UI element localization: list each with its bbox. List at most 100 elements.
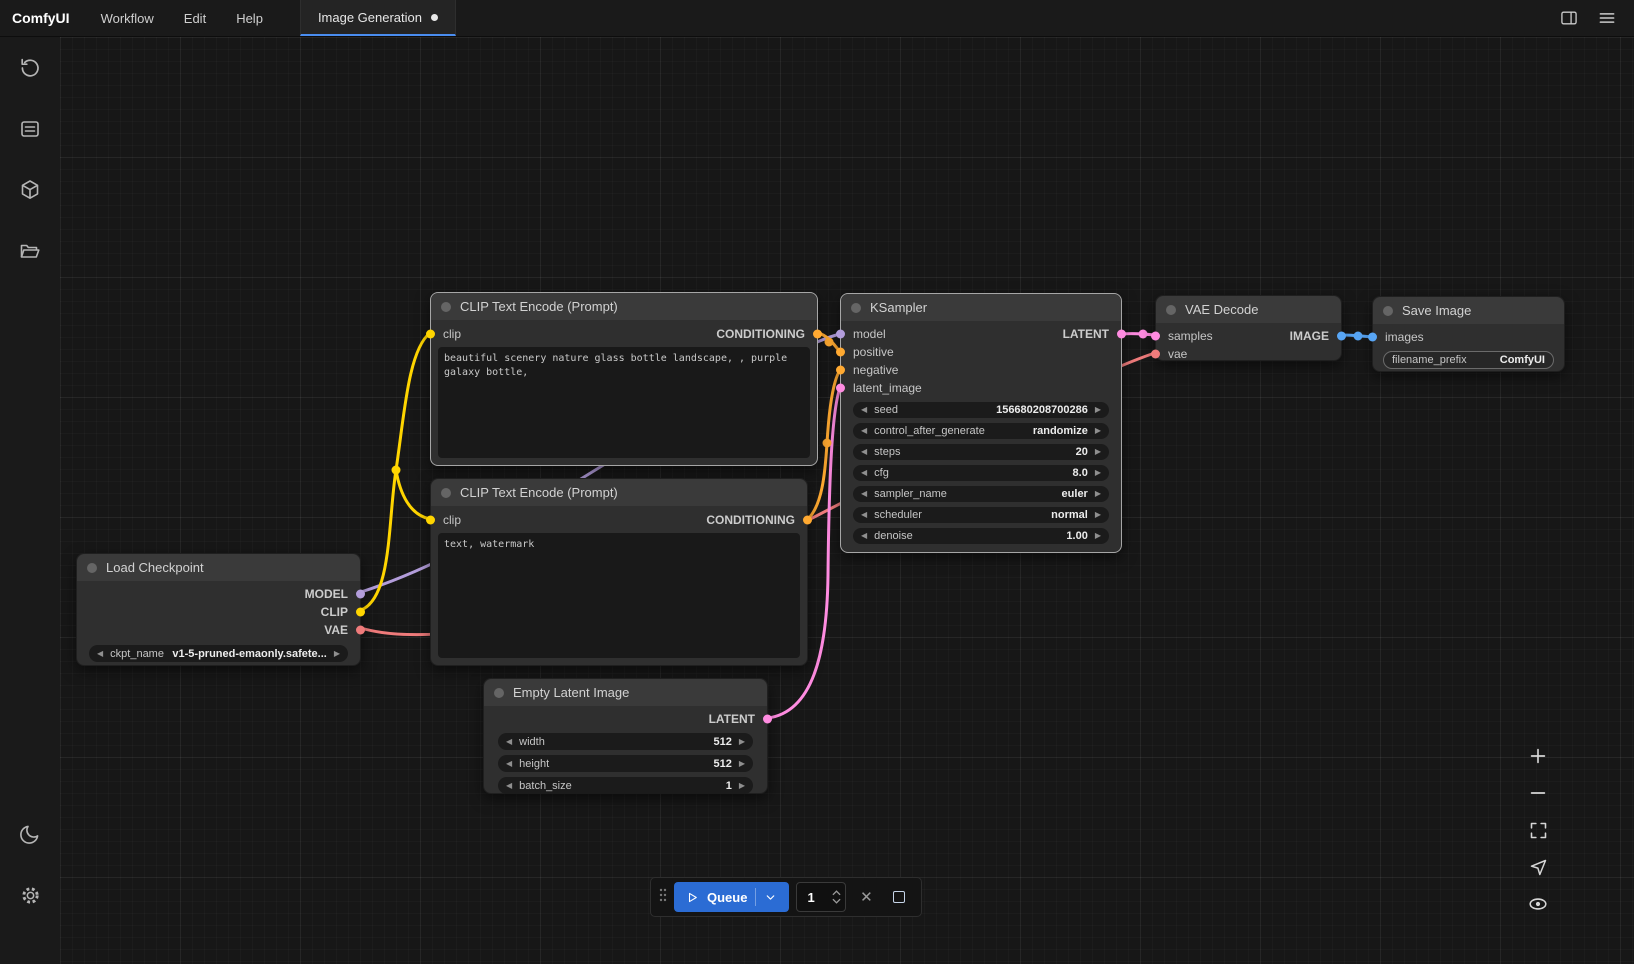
menu-edit[interactable]: Edit (169, 0, 221, 36)
arrow-right-icon[interactable]: ▶ (1095, 469, 1101, 477)
node-header[interactable]: VAE Decode (1156, 296, 1341, 323)
node-save-image[interactable]: Save Image images filename_prefix ComfyU… (1372, 296, 1565, 372)
height-widget[interactable]: ◀ height 512 ▶ (498, 755, 753, 772)
pan-mode-button[interactable] (1526, 855, 1550, 879)
sampler-name-widget[interactable]: ◀ sampler_name euler ▶ (853, 486, 1109, 502)
arrow-left-icon[interactable]: ◀ (861, 490, 867, 498)
input-port-clip[interactable] (426, 516, 435, 525)
workflow-history-icon[interactable] (16, 54, 44, 82)
node-collapse-dot[interactable] (441, 488, 451, 498)
input-port-vae[interactable] (1151, 350, 1160, 359)
arrow-right-icon[interactable]: ▶ (1095, 448, 1101, 456)
node-header[interactable]: CLIP Text Encode (Prompt) (431, 479, 807, 506)
output-port-clip[interactable] (356, 608, 365, 617)
arrow-left-icon[interactable]: ◀ (97, 650, 103, 658)
node-header[interactable]: CLIP Text Encode (Prompt) (431, 293, 817, 320)
batch-size-widget[interactable]: ◀ batch_size 1 ▶ (498, 777, 753, 794)
node-collapse-dot[interactable] (441, 302, 451, 312)
cfg-widget[interactable]: ◀ cfg 8.0 ▶ (853, 465, 1109, 481)
positive-prompt-textarea[interactable]: beautiful scenery nature glass bottle la… (438, 347, 810, 458)
arrow-left-icon[interactable]: ◀ (861, 427, 867, 435)
negative-prompt-textarea[interactable]: text, watermark (438, 533, 800, 658)
arrow-right-icon[interactable]: ▶ (1095, 406, 1101, 414)
node-header[interactable]: Save Image (1373, 297, 1564, 324)
node-collapse-dot[interactable] (87, 563, 97, 573)
node-header[interactable]: KSampler (841, 294, 1121, 321)
arrow-right-icon[interactable]: ▶ (739, 738, 745, 746)
wire-junction-conditioning-negative[interactable] (823, 439, 832, 448)
node-vae-decode[interactable]: VAE Decode samples IMAGE vae (1155, 295, 1342, 361)
stepper-down-icon[interactable] (832, 898, 841, 904)
node-clip-text-encode-negative[interactable]: CLIP Text Encode (Prompt) clip CONDITION… (430, 478, 808, 666)
zoom-out-button[interactable] (1526, 781, 1550, 805)
menu-workflow[interactable]: Workflow (86, 0, 169, 36)
scheduler-widget[interactable]: ◀ scheduler normal ▶ (853, 507, 1109, 523)
output-port-model[interactable] (356, 590, 365, 599)
wire-junction-image[interactable] (1354, 332, 1363, 341)
arrow-left-icon[interactable]: ◀ (861, 448, 867, 456)
wire-junction-latent[interactable] (1139, 330, 1148, 339)
node-header[interactable]: Load Checkpoint (77, 554, 360, 581)
control-after-generate-widget[interactable]: ◀ control_after_generate randomize ▶ (853, 423, 1109, 439)
arrow-right-icon[interactable]: ▶ (1095, 427, 1101, 435)
stepper-up-icon[interactable] (832, 890, 841, 896)
fit-view-button[interactable] (1526, 818, 1550, 842)
cancel-run-button[interactable]: ✕ (853, 884, 879, 910)
settings-gear-icon[interactable] (16, 881, 44, 909)
output-port-image[interactable] (1337, 332, 1346, 341)
batch-count-input[interactable]: 1 (796, 882, 846, 912)
toolbar-drag-handle-icon[interactable] (659, 887, 667, 908)
arrow-left-icon[interactable]: ◀ (861, 511, 867, 519)
menu-help[interactable]: Help (221, 0, 278, 36)
hamburger-menu-icon[interactable] (1594, 5, 1620, 31)
node-collapse-dot[interactable] (1166, 305, 1176, 315)
arrow-right-icon[interactable]: ▶ (1095, 490, 1101, 498)
arrow-left-icon[interactable]: ◀ (506, 738, 512, 746)
arrow-right-icon[interactable]: ▶ (1095, 511, 1101, 519)
node-collapse-dot[interactable] (1383, 306, 1393, 316)
toggle-panel-icon[interactable] (1556, 5, 1582, 31)
input-port-samples[interactable] (1151, 332, 1160, 341)
ckpt-name-widget[interactable]: ◀ ckpt_name v1-5-pruned-emaonly.safete..… (89, 645, 348, 662)
output-port-latent[interactable] (763, 715, 772, 724)
node-collapse-dot[interactable] (494, 688, 504, 698)
output-port-vae[interactable] (356, 626, 365, 635)
input-port-latent-image[interactable] (836, 384, 845, 393)
queue-icon[interactable] (16, 115, 44, 143)
node-clip-text-encode-positive[interactable]: CLIP Text Encode (Prompt) clip CONDITION… (430, 292, 818, 466)
arrow-right-icon[interactable]: ▶ (334, 650, 340, 658)
model-library-icon[interactable] (16, 176, 44, 204)
arrow-left-icon[interactable]: ◀ (861, 469, 867, 477)
queue-button[interactable]: Queue (674, 882, 789, 912)
arrow-left-icon[interactable]: ◀ (506, 782, 512, 790)
width-widget[interactable]: ◀ width 512 ▶ (498, 733, 753, 750)
denoise-widget[interactable]: ◀ denoise 1.00 ▶ (853, 528, 1109, 544)
arrow-right-icon[interactable]: ▶ (1095, 532, 1101, 540)
arrow-right-icon[interactable]: ▶ (739, 782, 745, 790)
wire-junction-clip[interactable] (392, 466, 401, 475)
wire-junction-conditioning-positive[interactable] (825, 338, 834, 347)
workflows-folder-icon[interactable] (16, 237, 44, 265)
input-port-images[interactable] (1368, 333, 1377, 342)
tab-image-generation[interactable]: Image Generation (300, 0, 456, 36)
stop-button[interactable] (886, 884, 912, 910)
input-port-positive[interactable] (836, 348, 845, 357)
node-load-checkpoint[interactable]: Load Checkpoint MODEL CLIP VAE ◀ ckpt_na… (76, 553, 361, 666)
wire-clip-negative[interactable] (396, 470, 430, 519)
zoom-in-button[interactable] (1526, 744, 1550, 768)
node-collapse-dot[interactable] (851, 303, 861, 313)
toggle-links-eye-button[interactable] (1526, 892, 1550, 916)
node-empty-latent-image[interactable]: Empty Latent Image LATENT ◀ width 512 ▶ … (483, 678, 768, 794)
arrow-right-icon[interactable]: ▶ (739, 760, 745, 768)
input-port-clip[interactable] (426, 330, 435, 339)
arrow-left-icon[interactable]: ◀ (861, 532, 867, 540)
seed-widget[interactable]: ◀ seed 156680208700286 ▶ (853, 402, 1109, 418)
steps-widget[interactable]: ◀ steps 20 ▶ (853, 444, 1109, 460)
theme-toggle-moon-icon[interactable] (16, 820, 44, 848)
arrow-left-icon[interactable]: ◀ (506, 760, 512, 768)
input-port-model[interactable] (836, 330, 845, 339)
output-port-conditioning[interactable] (803, 516, 812, 525)
arrow-left-icon[interactable]: ◀ (861, 406, 867, 414)
node-header[interactable]: Empty Latent Image (484, 679, 767, 706)
output-port-conditioning[interactable] (813, 330, 822, 339)
